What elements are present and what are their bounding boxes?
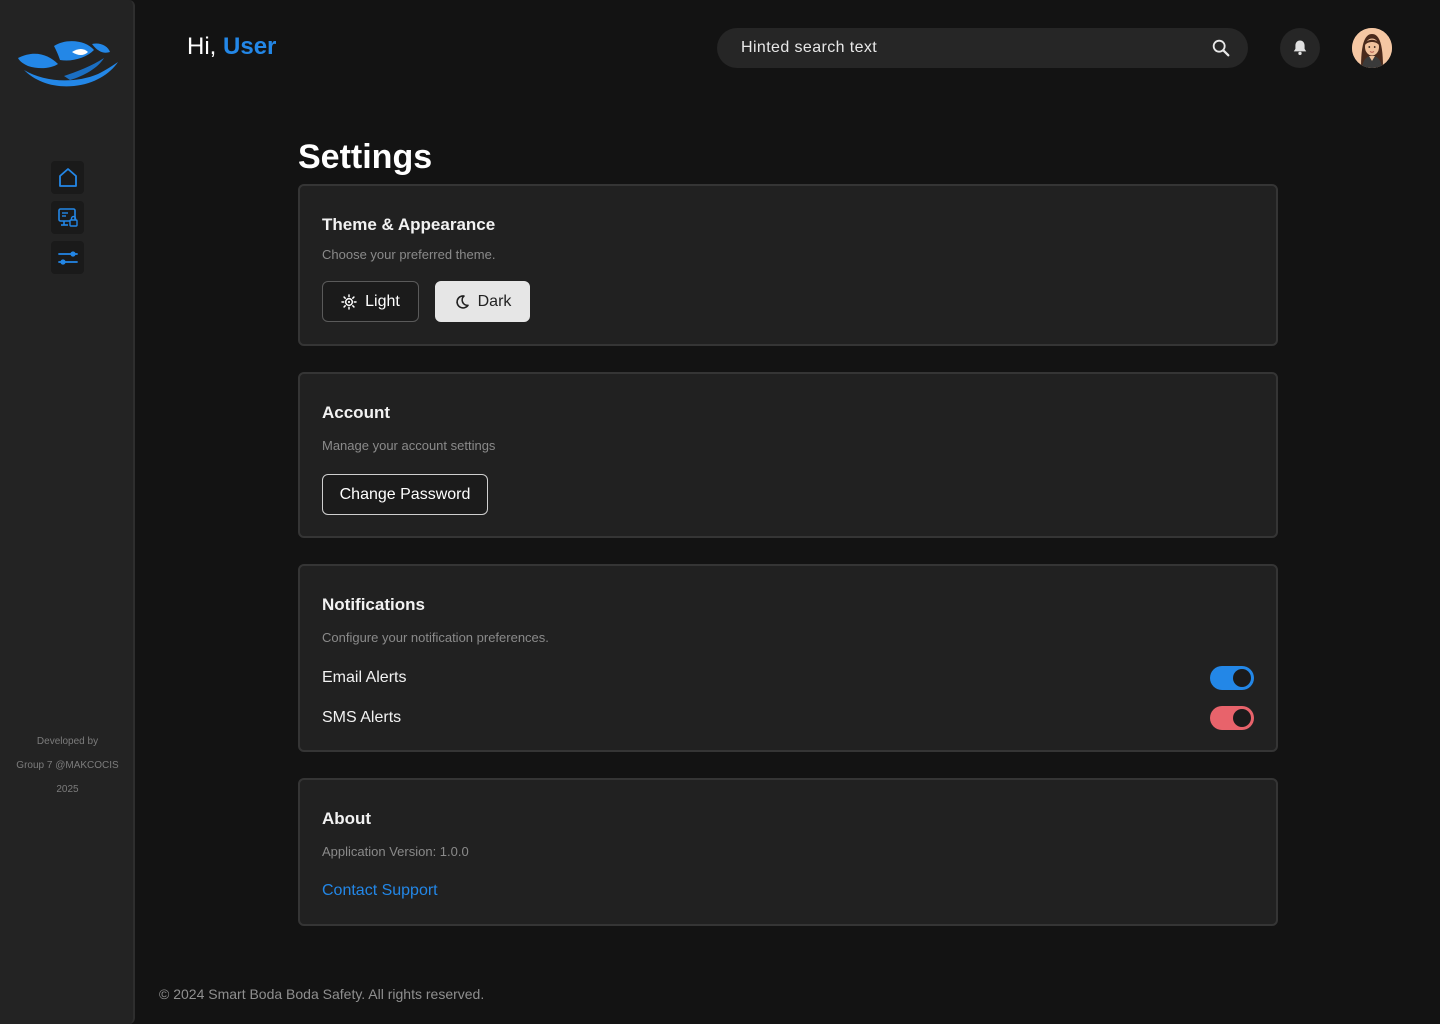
moon-icon <box>455 294 469 309</box>
app-version: Application Version: 1.0.0 <box>322 844 469 859</box>
about-title: About <box>322 809 372 828</box>
sun-icon <box>341 293 357 310</box>
light-theme-button[interactable]: Light <box>322 281 419 322</box>
search-icon[interactable] <box>1210 37 1232 59</box>
credit-line-1: Developed by <box>36 736 99 747</box>
theme-title: Theme & Appearance <box>322 215 496 234</box>
notifications-title: Notifications <box>322 595 425 614</box>
nav-settings[interactable] <box>51 241 84 274</box>
dark-label: Dark <box>477 292 512 310</box>
email-alerts-toggle[interactable] <box>1210 666 1254 690</box>
dark-theme-button[interactable]: Dark <box>435 281 530 322</box>
account-title: Account <box>322 403 390 422</box>
notifications-description: Configure your notification preferences. <box>322 630 549 645</box>
home-icon <box>58 167 77 187</box>
user-avatar-icon <box>1352 28 1392 68</box>
avatar[interactable] <box>1352 28 1392 68</box>
toggle-knob <box>1233 709 1251 727</box>
about-card: About Application Version: 1.0.0 Contact… <box>298 778 1278 926</box>
app-logo[interactable] <box>14 36 120 88</box>
theme-description: Choose your preferred theme. <box>322 247 496 262</box>
change-password-label: Change Password <box>339 485 471 503</box>
credit-line-2: Group 7 @MAKCOCIS <box>16 760 119 771</box>
monitor-lock-icon <box>57 207 78 227</box>
notifications-card: Notifications Configure your notificatio… <box>298 564 1278 752</box>
contact-support-link[interactable]: Contact Support <box>322 882 438 900</box>
footer-copyright: © 2024 Smart Boda Boda Safety. All right… <box>159 986 485 1002</box>
nav-security[interactable] <box>51 201 84 234</box>
search-bar[interactable] <box>717 28 1248 68</box>
page-title: Settings <box>298 138 433 176</box>
bell-icon <box>1293 40 1307 56</box>
nav-home[interactable] <box>51 161 84 194</box>
account-description: Manage your account settings <box>322 438 496 453</box>
notifications-button[interactable] <box>1280 28 1320 68</box>
sliders-icon <box>57 250 78 265</box>
sidebar: Developed by Group 7 @MAKCOCIS 2025 <box>0 0 135 1024</box>
theme-card: Theme & Appearance Choose your preferred… <box>298 184 1278 346</box>
light-label: Light <box>365 292 400 310</box>
greeting: Hi, User <box>187 33 276 61</box>
email-alerts-label: Email Alerts <box>322 669 407 686</box>
sms-alerts-label: SMS Alerts <box>322 709 402 726</box>
sms-alerts-toggle[interactable] <box>1210 706 1254 730</box>
credit-line-3: 2025 <box>56 784 79 795</box>
account-card: Account Manage your account settings Cha… <box>298 372 1278 538</box>
developer-credit: Developed by Group 7 @MAKCOCIS 2025 <box>0 730 135 802</box>
toggle-knob <box>1233 669 1251 687</box>
search-input[interactable] <box>741 39 1210 57</box>
user-name: User <box>223 33 277 60</box>
greeting-prefix: Hi, <box>187 33 217 60</box>
change-password-button[interactable]: Change Password <box>322 474 488 515</box>
